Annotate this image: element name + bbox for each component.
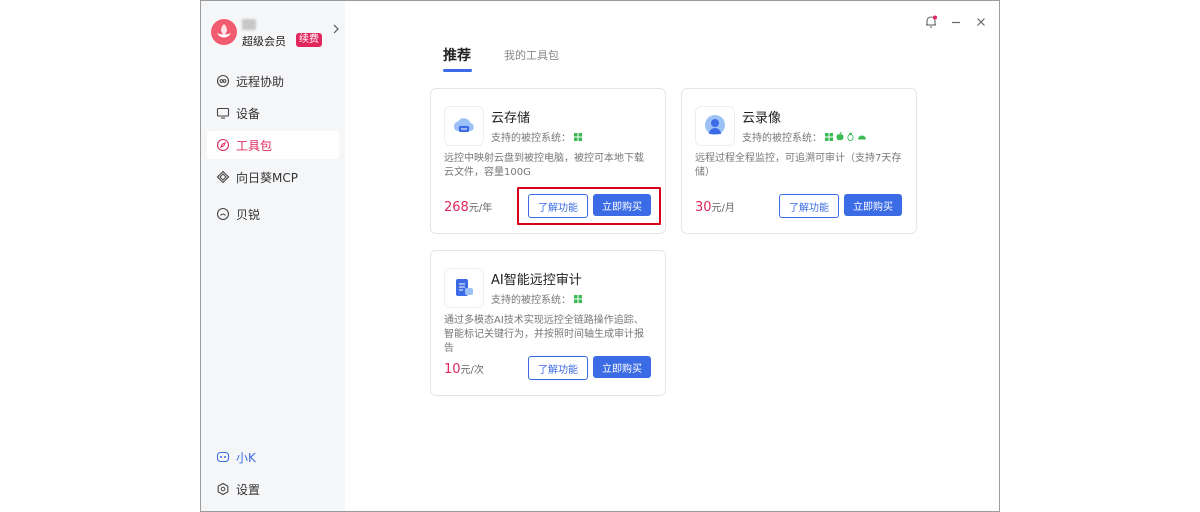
sidebar-item-label: 设备 bbox=[236, 106, 261, 121]
minimize-icon[interactable] bbox=[948, 14, 964, 30]
supported-systems: 支持的被控系统： bbox=[491, 291, 582, 306]
user-profile[interactable]: 超级会员 续费 bbox=[211, 19, 340, 49]
product-card-ai-audit: AI智能远控审计 支持的被控系统： 通过多模态AI技术实现远控全链路操作追踪、智… bbox=[430, 250, 666, 396]
price-unit: 元/月 bbox=[711, 203, 735, 214]
sidebar-item-label: 小K bbox=[236, 450, 256, 465]
vip-label: 超级会员 bbox=[242, 35, 286, 48]
assistant-icon bbox=[216, 451, 230, 463]
sidebar-item-label: 向日葵MCP bbox=[236, 170, 298, 185]
product-description: 远程过程全程监控，可追溯可审计（支持7天存储） bbox=[695, 153, 902, 178]
price-value: 10 bbox=[444, 362, 461, 377]
compass-icon bbox=[216, 138, 230, 152]
main-content: 推荐 我的工具包 云存储 支持的被控系统： 远控中映射云盘到被控电脑，被控可本地… bbox=[345, 1, 999, 511]
supported-systems: 支持的被控系统： bbox=[491, 129, 582, 144]
chevron-right-icon[interactable] bbox=[332, 24, 340, 34]
cloud-storage-icon bbox=[444, 106, 484, 146]
close-icon[interactable] bbox=[973, 14, 989, 30]
sidebar-item-remote-assist[interactable]: 远程协助 bbox=[207, 67, 339, 95]
apple-icon bbox=[836, 132, 844, 141]
monitor-icon bbox=[216, 107, 230, 119]
product-price: 268元/年 bbox=[444, 199, 492, 215]
tab-recommended[interactable]: 推荐 bbox=[443, 45, 471, 65]
product-name: 云存储 bbox=[491, 111, 531, 126]
sidebar-item-xiaok[interactable]: 小K bbox=[207, 443, 339, 471]
sidebar-item-oray[interactable]: 贝锐 bbox=[207, 200, 339, 228]
highlight-annotation bbox=[517, 187, 661, 225]
sidebar-item-toolkit[interactable]: 工具包 bbox=[207, 131, 339, 159]
learn-more-button[interactable]: 了解功能 bbox=[779, 194, 839, 218]
avatar bbox=[211, 19, 237, 45]
product-card-cloud-recording: 云录像 支持的被控系统： 远程过程全程监控，可追溯可审计（支持7天存储） 30元… bbox=[681, 88, 917, 234]
sidebar-item-label: 工具包 bbox=[236, 138, 273, 153]
product-description: 远控中映射云盘到被控电脑，被控可本地下载云文件，容量100G bbox=[444, 153, 644, 178]
sidebar-item-mcp[interactable]: 向日葵MCP bbox=[207, 163, 339, 191]
sidebar-item-label: 设置 bbox=[236, 482, 261, 497]
mcp-icon bbox=[216, 170, 230, 184]
product-name: 云录像 bbox=[742, 111, 782, 126]
tab-my-toolkit[interactable]: 我的工具包 bbox=[504, 47, 559, 63]
buy-now-button[interactable]: 立即购买 bbox=[593, 356, 651, 378]
android-icon bbox=[858, 135, 866, 140]
supported-systems-label: 支持的被控系统： bbox=[742, 133, 822, 144]
supported-systems-label: 支持的被控系统： bbox=[491, 295, 571, 306]
bell-icon[interactable] bbox=[923, 14, 939, 30]
renew-badge[interactable]: 续费 bbox=[296, 33, 322, 47]
learn-more-button[interactable]: 了解功能 bbox=[528, 356, 588, 380]
username-blurred bbox=[242, 19, 256, 30]
product-price: 30元/月 bbox=[695, 199, 735, 215]
windows-icon bbox=[825, 132, 833, 141]
circle-icon bbox=[216, 207, 230, 221]
windows-icon bbox=[574, 132, 582, 141]
price-unit: 元/次 bbox=[460, 365, 484, 376]
sidebar: 超级会员 续费 远程协助 设备 工具包 向日葵MCP 贝锐 小K 设置 bbox=[201, 1, 345, 511]
sidebar-item-label: 远程协助 bbox=[236, 74, 285, 89]
sidebar-item-settings[interactable]: 设置 bbox=[207, 475, 339, 503]
product-name: AI智能远控审计 bbox=[491, 273, 582, 288]
tab-active-indicator bbox=[443, 69, 472, 72]
price-value: 268 bbox=[444, 200, 469, 215]
ai-audit-icon bbox=[444, 268, 484, 308]
supported-systems-label: 支持的被控系统： bbox=[491, 133, 571, 144]
product-price: 10元/次 bbox=[444, 361, 484, 377]
remote-assist-icon bbox=[216, 74, 230, 88]
windows-icon bbox=[574, 294, 582, 303]
price-value: 30 bbox=[695, 200, 712, 215]
cloud-recording-icon bbox=[695, 106, 735, 146]
buy-now-button[interactable]: 立即购买 bbox=[844, 194, 902, 216]
linux-icon bbox=[847, 132, 854, 141]
sidebar-item-label: 贝锐 bbox=[236, 207, 261, 222]
supported-systems: 支持的被控系统： bbox=[742, 129, 867, 144]
price-unit: 元/年 bbox=[468, 203, 493, 214]
product-description: 通过多模态AI技术实现远控全链路操作追踪、智能标记关键行为，并按照时间轴生成审计… bbox=[444, 315, 644, 354]
gear-icon bbox=[217, 482, 229, 496]
app-window: 超级会员 续费 远程协助 设备 工具包 向日葵MCP 贝锐 小K 设置 推荐 我… bbox=[200, 0, 1000, 512]
sidebar-item-devices[interactable]: 设备 bbox=[207, 99, 339, 127]
